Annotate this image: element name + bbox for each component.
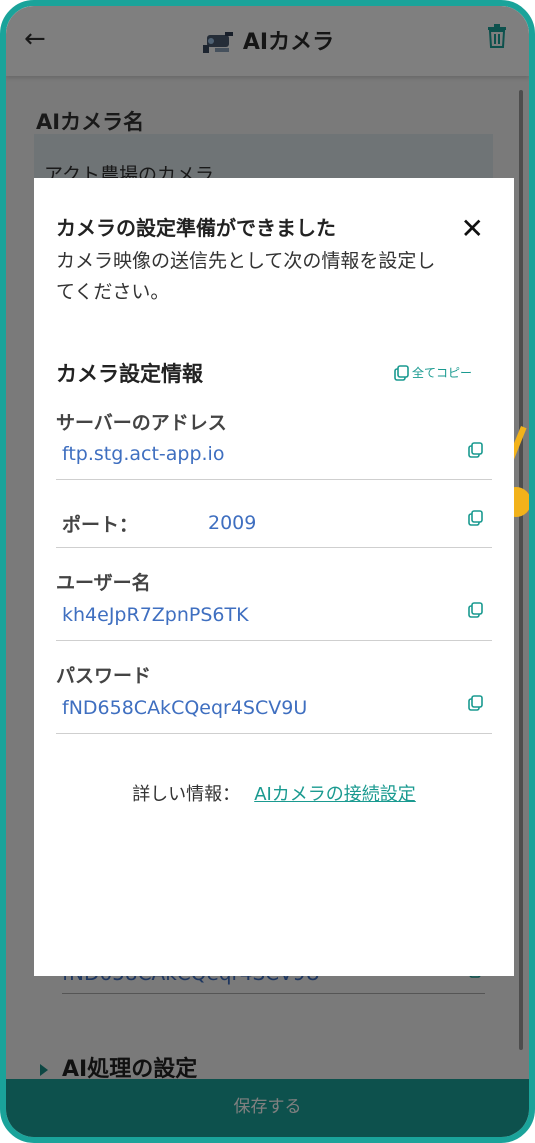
camera-setup-dialog: カメラの設定準備ができました カメラ映像の送信先として次の情報を設定してください… [34, 178, 514, 976]
port-value: 2009 [208, 512, 257, 534]
copy-all-label: 全てコピー [411, 366, 472, 380]
password-label: パスワード [56, 665, 152, 687]
port-row: ポート： 2009 [56, 480, 492, 548]
dialog-subtext: カメラ映像の送信先として次の情報を設定してください。 [56, 250, 436, 303]
copy-icon[interactable] [468, 510, 484, 526]
copy-all-button[interactable]: 全てコピー [394, 364, 472, 381]
camera-connection-settings-link[interactable]: AIカメラの接続設定 [254, 784, 416, 805]
username-label: ユーザー名 [56, 572, 151, 594]
password-row: パスワード fND658CAkCQeqr4SCV9U [56, 641, 492, 734]
username-value: kh4eJpR7ZpnPS6TK [62, 604, 249, 626]
settings-section-title: カメラ設定情報 [56, 362, 203, 386]
copy-icon[interactable] [468, 442, 484, 458]
server-address-label: サーバーのアドレス [56, 412, 227, 434]
server-address-row: サーバーのアドレス ftp.stg.act-app.io [56, 398, 492, 480]
app-frame: ← AIカメラ AIカメラ名 アクト農場 [0, 0, 535, 1143]
close-icon[interactable]: ✕ [461, 212, 484, 245]
copy-icon [394, 364, 410, 381]
password-value: fND658CAkCQeqr4SCV9U [62, 697, 308, 719]
more-info-prefix: 詳しい情報： [132, 784, 241, 805]
dialog-heading: カメラの設定準備ができました [56, 216, 336, 240]
more-info-line: 詳しい情報： AIカメラの接続設定 [34, 780, 514, 806]
port-label: ポート： [62, 514, 139, 536]
username-row: ユーザー名 kh4eJpR7ZpnPS6TK [56, 548, 492, 641]
server-address-value: ftp.stg.act-app.io [62, 443, 225, 465]
copy-icon[interactable] [468, 695, 484, 711]
copy-icon[interactable] [468, 602, 484, 618]
